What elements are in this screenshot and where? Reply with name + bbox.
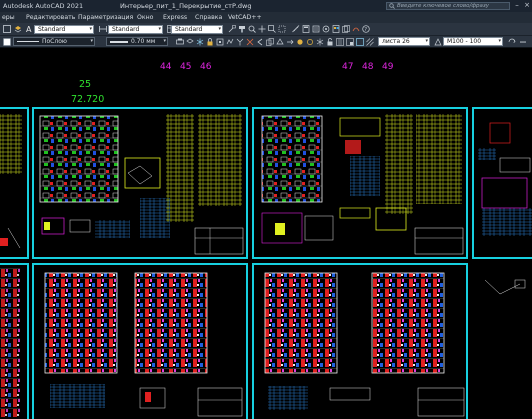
- layer-off-icon[interactable]: [296, 38, 304, 46]
- layer-match-icon[interactable]: [276, 38, 284, 46]
- menu-item-drawing[interactable]: еры: [2, 12, 15, 23]
- color-swatch-icon[interactable]: [3, 38, 11, 46]
- lineweight-sample: [110, 40, 128, 43]
- layer-copy-icon[interactable]: [266, 38, 274, 46]
- toolbar-overflow-icon[interactable]: [519, 38, 527, 46]
- hatch-icon[interactable]: [366, 38, 374, 46]
- menu-item-window[interactable]: Окно: [137, 12, 153, 23]
- search-icon: [389, 3, 395, 9]
- dim-style-dropdown[interactable]: Standard ▾: [108, 25, 163, 34]
- pan-icon[interactable]: [258, 25, 266, 33]
- menu-item-help[interactable]: Справка: [195, 12, 222, 23]
- layer-isolate-icon[interactable]: [216, 38, 224, 46]
- layer-lock-icon[interactable]: [206, 38, 214, 46]
- quick-calc-icon[interactable]: [302, 25, 310, 33]
- text-style-icon: A: [26, 25, 32, 33]
- drawing-sheets: [0, 107, 532, 419]
- close-button[interactable]: ×: [523, 1, 531, 10]
- layer-walk-icon[interactable]: [226, 38, 234, 46]
- layer-on-icon[interactable]: [306, 38, 314, 46]
- lineweight-dropdown[interactable]: 0.70 мм ▾: [106, 37, 168, 46]
- properties-icon[interactable]: [312, 25, 320, 33]
- linetype-value: ПоСлою: [42, 38, 67, 45]
- layer-freeze-icon[interactable]: [196, 38, 204, 46]
- viewport-icon[interactable]: [356, 38, 364, 46]
- search-input[interactable]: Введите ключевое слово/фразу: [386, 2, 510, 10]
- svg-text:A: A: [26, 25, 32, 33]
- measure-icon[interactable]: [292, 25, 300, 33]
- multileader-icon[interactable]: [228, 25, 236, 33]
- sheet-set-icon[interactable]: [342, 25, 350, 33]
- app-title: Autodesk AutoCAD 2021: [3, 2, 84, 10]
- zoom-extents-icon[interactable]: [278, 25, 286, 33]
- sheet-name-field[interactable]: листа 26 ▾: [378, 37, 430, 46]
- minimize-button[interactable]: –: [513, 1, 521, 10]
- layer-thaw-icon[interactable]: [316, 38, 324, 46]
- layer-change-icon[interactable]: [286, 38, 294, 46]
- menu-item-express[interactable]: Express: [163, 12, 187, 23]
- title-bar: Autodesk AutoCAD 2021 Интерьер_пит_1_Пер…: [0, 0, 532, 12]
- sheet-name-value: листа 26: [382, 38, 410, 45]
- layer-unlock-icon[interactable]: [326, 38, 334, 46]
- drawing-icon[interactable]: [3, 25, 11, 33]
- annotation-scale-icon[interactable]: [434, 38, 442, 46]
- table-style-value: Standard: [175, 26, 203, 33]
- menu-item-edit[interactable]: Редактировать: [26, 12, 75, 23]
- zoom-window-icon[interactable]: [268, 25, 276, 33]
- menu-item-parametric[interactable]: Параметризация: [78, 12, 133, 23]
- sync-scale-icon[interactable]: [508, 38, 516, 46]
- match-properties-icon[interactable]: [238, 25, 246, 33]
- layer-merge-icon[interactable]: [236, 38, 244, 46]
- scale-dropdown[interactable]: M100 - 100 ▾: [443, 37, 503, 46]
- layer-delete-icon[interactable]: [246, 38, 254, 46]
- autocad-window: Autodesk AutoCAD 2021 Интерьер_пит_1_Пер…: [0, 0, 532, 419]
- menu-bar: еры Редактировать Параметризация Окно Ex…: [0, 12, 532, 23]
- layer-icon[interactable]: [14, 25, 22, 33]
- dim-style-icon: [99, 26, 107, 32]
- table-style-dropdown[interactable]: Standard ▾: [171, 25, 223, 34]
- linetype-dropdown[interactable]: ПоСлою ▾: [13, 37, 95, 46]
- layout-icon[interactable]: [346, 38, 354, 46]
- design-center-icon[interactable]: [322, 25, 330, 33]
- help-icon[interactable]: ?: [362, 25, 370, 33]
- scale-value: M100 - 100: [447, 38, 482, 45]
- file-title: Интерьер_пит_1_Перекрытие_стР.dwg: [120, 2, 252, 10]
- zoom-icon[interactable]: [248, 25, 256, 33]
- plot-style-icon[interactable]: [176, 38, 184, 46]
- layer-previous-icon[interactable]: [256, 38, 264, 46]
- drawing-canvas[interactable]: 44 45 46 47 48 49 25 72.720: [0, 48, 532, 419]
- tool-palettes-icon[interactable]: [332, 25, 340, 33]
- layer-properties-icon[interactable]: [336, 38, 344, 46]
- markup-icon[interactable]: [352, 25, 360, 33]
- text-style-dropdown[interactable]: Standard ▾: [34, 25, 94, 34]
- linetype-sample: [17, 41, 39, 42]
- properties-toolbar: ПоСлою ▾ 0.70 мм ▾ листа 26 ▾ M100 - 100 ▾: [0, 36, 532, 48]
- dim-style-value: Standard: [112, 26, 140, 33]
- styles-toolbar: A Standard ▾ Standard ▾ Standard ▾ ?: [0, 23, 532, 36]
- menu-item-vetcad[interactable]: VetCAD++: [228, 12, 262, 23]
- text-style-value: Standard: [38, 26, 66, 33]
- svg-text:?: ?: [364, 27, 367, 33]
- lineweight-value: 0.70 мм: [131, 38, 156, 45]
- layer-state-icon[interactable]: [186, 38, 194, 46]
